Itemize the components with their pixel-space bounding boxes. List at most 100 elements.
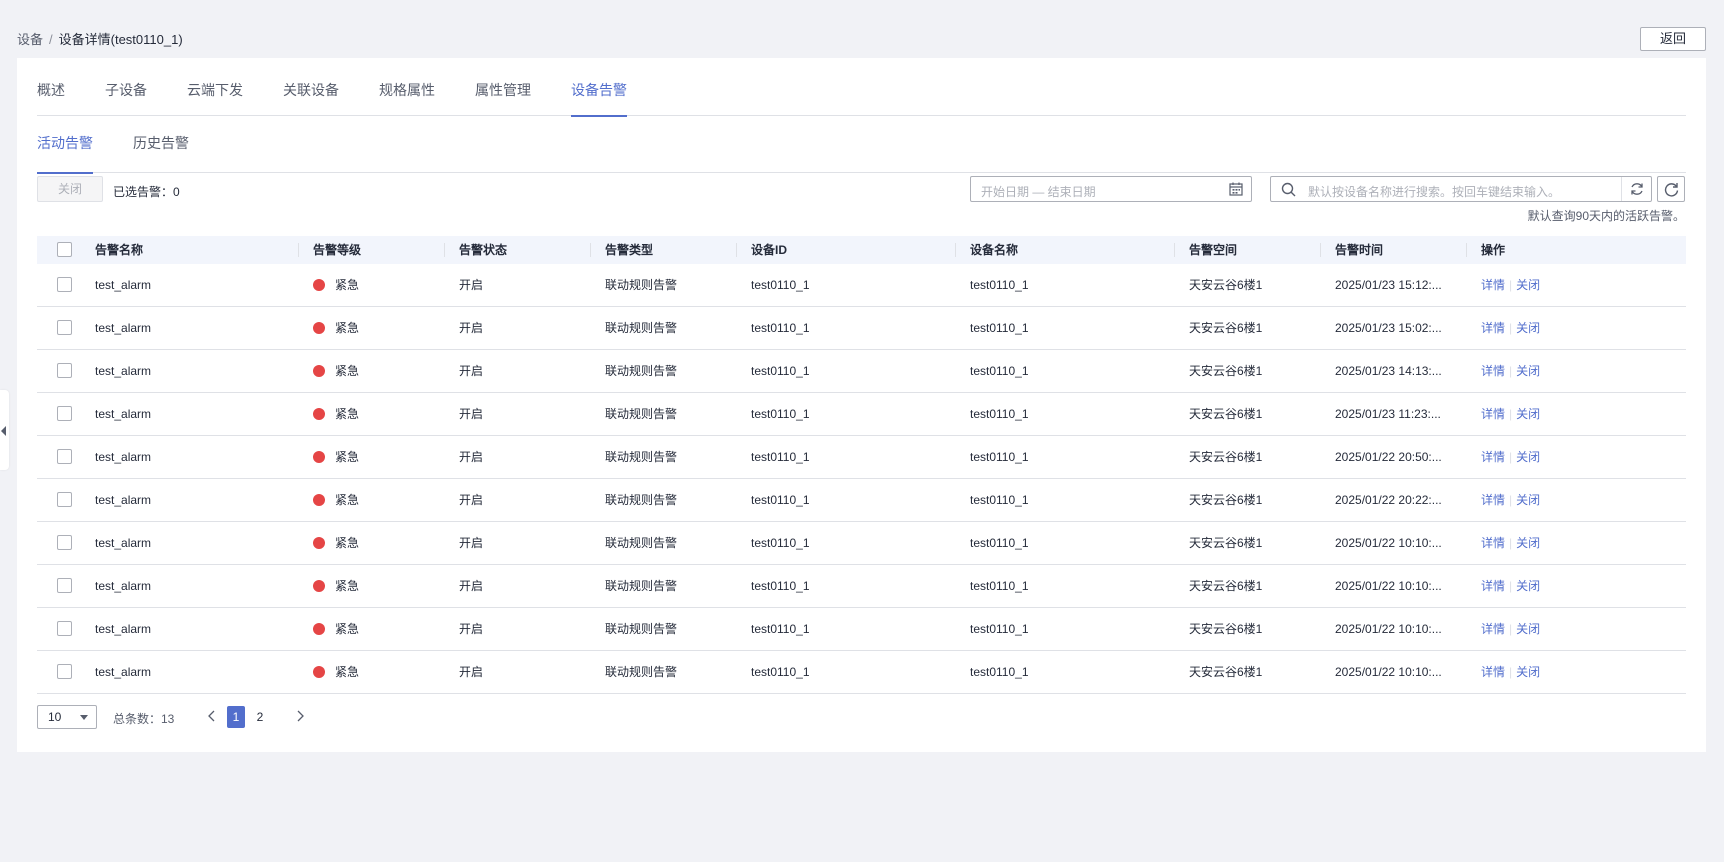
back-button[interactable]: 返回: [1640, 27, 1706, 51]
row-actions: 详情 | 关闭: [1481, 479, 1540, 521]
alarm-time-cell: 2025/01/22 10:10:...: [1335, 579, 1442, 593]
table-row[interactable]: test_alarm 紧急 开启 联动规则告警 test0110_1 test0110_1…: [37, 436, 1686, 479]
subtab-history-alarms[interactable]: 历史告警: [133, 133, 189, 173]
alarm-level-label: 紧急: [335, 622, 360, 636]
column-header-status[interactable]: 告警状态: [443, 236, 507, 264]
alarm-type-cell: 联动规则告警: [605, 622, 678, 636]
row-checkbox[interactable]: [57, 363, 72, 378]
tab-sub-devices[interactable]: 子设备: [105, 80, 147, 116]
row-checkbox[interactable]: [57, 449, 72, 464]
alarm-space-cell: 天安云谷6楼1: [1189, 665, 1263, 679]
row-checkbox[interactable]: [57, 277, 72, 292]
alarm-level-label: 紧急: [335, 665, 360, 679]
action-divider: |: [1509, 493, 1513, 507]
detail-link[interactable]: 详情: [1481, 579, 1505, 593]
tab-overview[interactable]: 概述: [37, 80, 65, 116]
column-header-space[interactable]: 告警空间: [1173, 236, 1237, 264]
prev-page-icon[interactable]: [207, 710, 217, 725]
tab-device-alarms[interactable]: 设备告警: [571, 80, 627, 117]
row-checkbox[interactable]: [57, 621, 72, 636]
table-row[interactable]: test_alarm 紧急 开启 联动规则告警 test0110_1 test0110_1…: [37, 608, 1686, 651]
row-actions: 详情 | 关闭: [1481, 651, 1540, 693]
subtab-active-alarms[interactable]: 活动告警: [37, 133, 93, 174]
column-header-name[interactable]: 告警名称: [95, 236, 143, 264]
select-all-checkbox[interactable]: [57, 242, 72, 257]
detail-link[interactable]: 详情: [1481, 622, 1505, 636]
detail-link[interactable]: 详情: [1481, 450, 1505, 464]
search-input[interactable]: 默认按设备名称进行搜索。按回车键结束输入。: [1270, 176, 1652, 202]
close-alarms-button[interactable]: 关闭: [37, 176, 103, 202]
row-checkbox[interactable]: [57, 406, 72, 421]
breadcrumb-current: 设备详情(test0110_1): [58, 32, 183, 47]
tab-spec-properties[interactable]: 规格属性: [379, 80, 435, 116]
row-actions: 详情 | 关闭: [1481, 608, 1540, 650]
tab-cloud-command[interactable]: 云端下发: [187, 80, 243, 116]
alarm-space-cell: 天安云谷6楼1: [1189, 321, 1263, 335]
refresh-button[interactable]: [1657, 176, 1685, 202]
column-header-type[interactable]: 告警类型: [589, 236, 653, 264]
row-actions: 详情 | 关闭: [1481, 393, 1540, 435]
alarm-status-cell: 开启: [459, 493, 484, 507]
row-checkbox[interactable]: [57, 492, 72, 507]
table-row[interactable]: test_alarm 紧急 开启 联动规则告警 test0110_1 test0110_1…: [37, 522, 1686, 565]
detail-link[interactable]: 详情: [1481, 665, 1505, 679]
close-link[interactable]: 关闭: [1516, 364, 1540, 378]
alarm-type-cell: 联动规则告警: [605, 407, 678, 421]
close-link[interactable]: 关闭: [1516, 407, 1540, 421]
close-link[interactable]: 关闭: [1516, 622, 1540, 636]
alarm-type-cell: 联动规则告警: [605, 536, 678, 550]
detail-link[interactable]: 详情: [1481, 493, 1505, 507]
table-row[interactable]: test_alarm 紧急 开启 联动规则告警 test0110_1 test0110_1…: [37, 307, 1686, 350]
next-page-icon[interactable]: [295, 710, 305, 725]
detail-link[interactable]: 详情: [1481, 321, 1505, 335]
page-2[interactable]: 2: [251, 706, 269, 728]
alarm-level-label: 紧急: [335, 450, 360, 464]
close-link[interactable]: 关闭: [1516, 579, 1540, 593]
close-link[interactable]: 关闭: [1516, 321, 1540, 335]
alarm-level-cell: 紧急: [313, 565, 359, 607]
table-row[interactable]: test_alarm 紧急 开启 联动规则告警 test0110_1 test0110_1…: [37, 651, 1686, 694]
tab-linked-devices[interactable]: 关联设备: [283, 80, 339, 116]
close-link[interactable]: 关闭: [1516, 493, 1540, 507]
breadcrumb-root[interactable]: 设备: [17, 32, 43, 47]
action-divider: |: [1509, 579, 1513, 593]
close-link[interactable]: 关闭: [1516, 665, 1540, 679]
device-name-cell: test0110_1: [970, 622, 1029, 636]
row-checkbox[interactable]: [57, 320, 72, 335]
page-size-select[interactable]: 10: [37, 705, 97, 729]
row-checkbox[interactable]: [57, 578, 72, 593]
row-checkbox[interactable]: [57, 535, 72, 550]
date-range-placeholder: 开始日期 — 结束日期: [981, 185, 1096, 199]
table-row[interactable]: test_alarm 紧急 开启 联动规则告警 test0110_1 test0110_1…: [37, 565, 1686, 608]
close-link[interactable]: 关闭: [1516, 450, 1540, 464]
date-range-picker[interactable]: 开始日期 — 结束日期: [970, 176, 1252, 202]
row-checkbox[interactable]: [57, 664, 72, 679]
column-header-device-id[interactable]: 设备ID: [735, 236, 787, 264]
table-row[interactable]: test_alarm 紧急 开启 联动规则告警 test0110_1 test0110_1…: [37, 393, 1686, 436]
alarm-name-cell: test_alarm: [95, 321, 152, 335]
calendar-icon[interactable]: [1229, 182, 1243, 199]
column-header-time[interactable]: 告警时间: [1319, 236, 1383, 264]
table-row[interactable]: test_alarm 紧急 开启 联动规则告警 test0110_1 test0110_1…: [37, 479, 1686, 522]
alarm-time-cell: 2025/01/22 10:10:...: [1335, 665, 1442, 679]
close-link[interactable]: 关闭: [1516, 278, 1540, 292]
search-refresh-button[interactable]: [1621, 177, 1651, 201]
detail-link[interactable]: 详情: [1481, 536, 1505, 550]
detail-link[interactable]: 详情: [1481, 407, 1505, 421]
alarm-level-cell: 紧急: [313, 393, 359, 435]
alarm-name-cell: test_alarm: [95, 536, 152, 550]
tab-property-management[interactable]: 属性管理: [475, 80, 531, 116]
table-row[interactable]: test_alarm 紧急 开启 联动规则告警 test0110_1 test0110_1…: [37, 350, 1686, 393]
device-name-cell: test0110_1: [970, 407, 1029, 421]
table-row[interactable]: test_alarm 紧急 开启 联动规则告警 test0110_1 test0110_1…: [37, 264, 1686, 307]
device-id-cell: test0110_1: [751, 450, 810, 464]
column-header-device-name[interactable]: 设备名称: [954, 236, 1018, 264]
alarm-name-cell: test_alarm: [95, 493, 152, 507]
detail-link[interactable]: 详情: [1481, 364, 1505, 378]
sidebar-collapse-handle[interactable]: [0, 390, 9, 470]
detail-link[interactable]: 详情: [1481, 278, 1505, 292]
column-header-level[interactable]: 告警等级: [297, 236, 361, 264]
selected-alarm-count: 已选告警：0: [113, 185, 180, 199]
page-1[interactable]: 1: [227, 706, 245, 728]
close-link[interactable]: 关闭: [1516, 536, 1540, 550]
